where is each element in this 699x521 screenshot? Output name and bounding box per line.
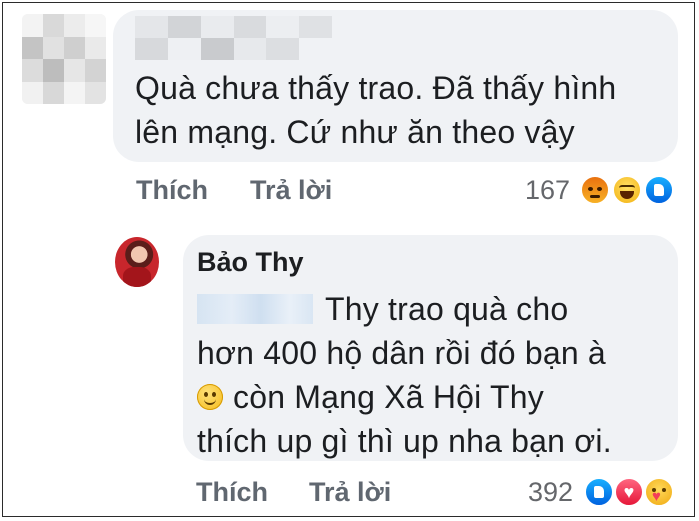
comment-bubble: Quà chưa thấy trao. Đã thấy hình lên mạn… — [113, 10, 678, 162]
reply-text-line: hơn 400 hộ dân rồi đó bạn à — [197, 335, 606, 371]
like-reaction-icon[interactable] — [584, 477, 614, 507]
care-reaction-icon[interactable] — [644, 477, 674, 507]
reply-text-line: thích up gì thì up nha bạn ơi. — [197, 423, 612, 459]
reaction-count[interactable]: 167 — [525, 175, 570, 206]
comment-author[interactable]: Bảo Thy — [197, 247, 304, 278]
comment-text-line: Quà chưa thấy trao. Đã thấy hình — [135, 70, 617, 106]
angry-reaction-icon[interactable] — [580, 175, 610, 205]
reaction-count[interactable]: 392 — [528, 477, 573, 508]
reply-button[interactable]: Trả lời — [309, 477, 391, 508]
blurred-avatar[interactable] — [22, 14, 106, 104]
like-button[interactable]: Thích — [136, 175, 208, 206]
like-reaction-icon[interactable] — [644, 175, 674, 205]
reply-text-line: còn Mạng Xã Hội Thy — [233, 379, 544, 415]
love-reaction-icon[interactable] — [614, 477, 644, 507]
comment-text: Quà chưa thấy trao. Đã thấy hình lên mạn… — [135, 66, 665, 154]
like-button[interactable]: Thích — [196, 477, 268, 508]
reply-button[interactable]: Trả lời — [250, 175, 332, 206]
haha-reaction-icon[interactable] — [612, 175, 642, 205]
reply-text: Thy trao quà cho hơn 400 hộ dân rồi đó b… — [197, 287, 667, 463]
blurred-mention-tag[interactable] — [197, 293, 313, 324]
reply-bubble: Bảo Thy Thy trao quà cho hơn 400 hộ dân … — [183, 235, 678, 461]
avatar[interactable] — [115, 237, 159, 287]
blurred-author-name[interactable] — [135, 16, 365, 60]
reply-text-line: Thy trao quà cho — [325, 291, 569, 327]
smile-emoji-icon — [197, 383, 223, 410]
comment-text-line: lên mạng. Cứ như ăn theo vậy — [135, 114, 575, 150]
